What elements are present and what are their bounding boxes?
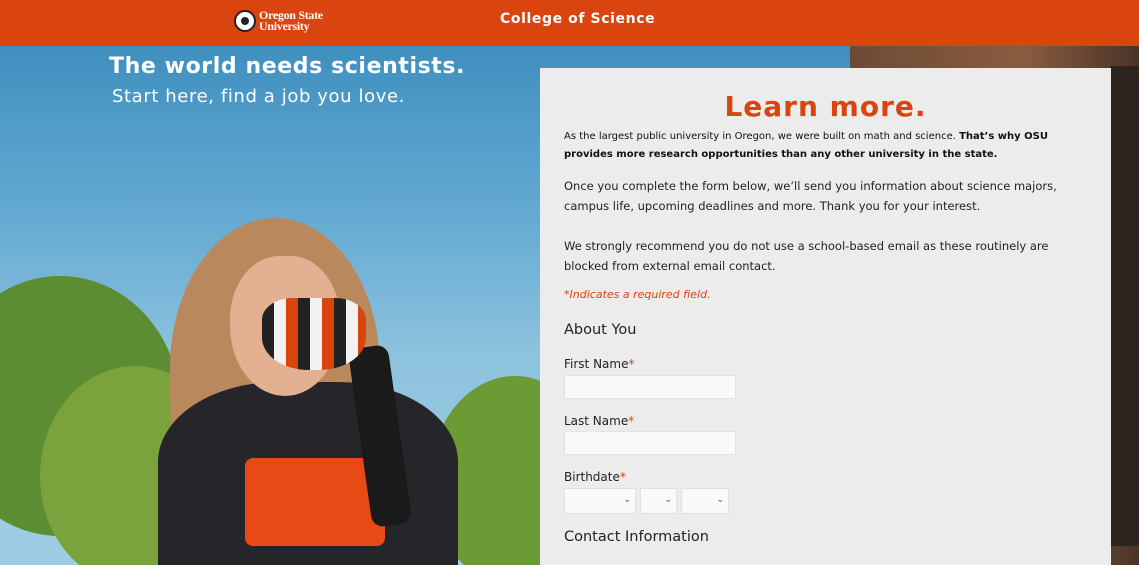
- form-title: Learn more.: [724, 90, 927, 123]
- top-bar: Oregon State University College of Scien…: [0, 0, 1139, 46]
- required-star: *: [619, 470, 626, 484]
- birthdate-label: Birthdate*: [564, 470, 626, 484]
- required-note: *Indicates a required field.: [564, 288, 711, 301]
- osu-seal-icon: [234, 10, 256, 32]
- birth-year-select[interactable]: ⌄: [681, 488, 729, 514]
- last-name-label-text: Last Name: [564, 414, 629, 428]
- birthdate-label-text: Birthdate: [564, 470, 620, 484]
- form-paragraph-2: We strongly recommend you do not use a s…: [564, 239, 1049, 273]
- hero-title: The world needs scientists.: [109, 54, 466, 79]
- chevron-down-icon: ⌄: [664, 495, 672, 505]
- birth-month-select[interactable]: ⌄: [564, 488, 636, 514]
- osu-logo[interactable]: Oregon State University: [234, 6, 323, 36]
- last-name-field[interactable]: [564, 431, 736, 455]
- logo-line-2: University: [259, 19, 310, 33]
- section-contact-information: Contact Information: [564, 529, 709, 545]
- first-name-label-text: First Name: [564, 357, 629, 371]
- first-name-label: First Name*: [564, 357, 634, 371]
- face-mask: [262, 298, 366, 370]
- first-name-field[interactable]: [564, 375, 736, 399]
- required-star: *: [628, 414, 635, 428]
- chevron-down-icon: ⌄: [716, 495, 724, 505]
- info-form-panel: Learn more. As the largest public univer…: [540, 68, 1111, 565]
- form-paragraph-1: Once you complete the form below, we’ll …: [564, 179, 1057, 213]
- window: [1110, 66, 1139, 546]
- form-intro: As the largest public university in Oreg…: [564, 128, 1074, 164]
- college-title[interactable]: College of Science: [500, 11, 655, 27]
- hero-subtitle: Start here, find a job you love.: [112, 86, 405, 107]
- section-about-you: About You: [564, 322, 637, 338]
- last-name-label: Last Name*: [564, 414, 634, 428]
- chevron-down-icon: ⌄: [623, 495, 631, 505]
- birth-day-select[interactable]: ⌄: [640, 488, 677, 514]
- required-star: *: [628, 357, 635, 371]
- logo-wordmark: Oregon State University: [259, 9, 323, 33]
- intro-text: As the largest public university in Oreg…: [564, 131, 960, 142]
